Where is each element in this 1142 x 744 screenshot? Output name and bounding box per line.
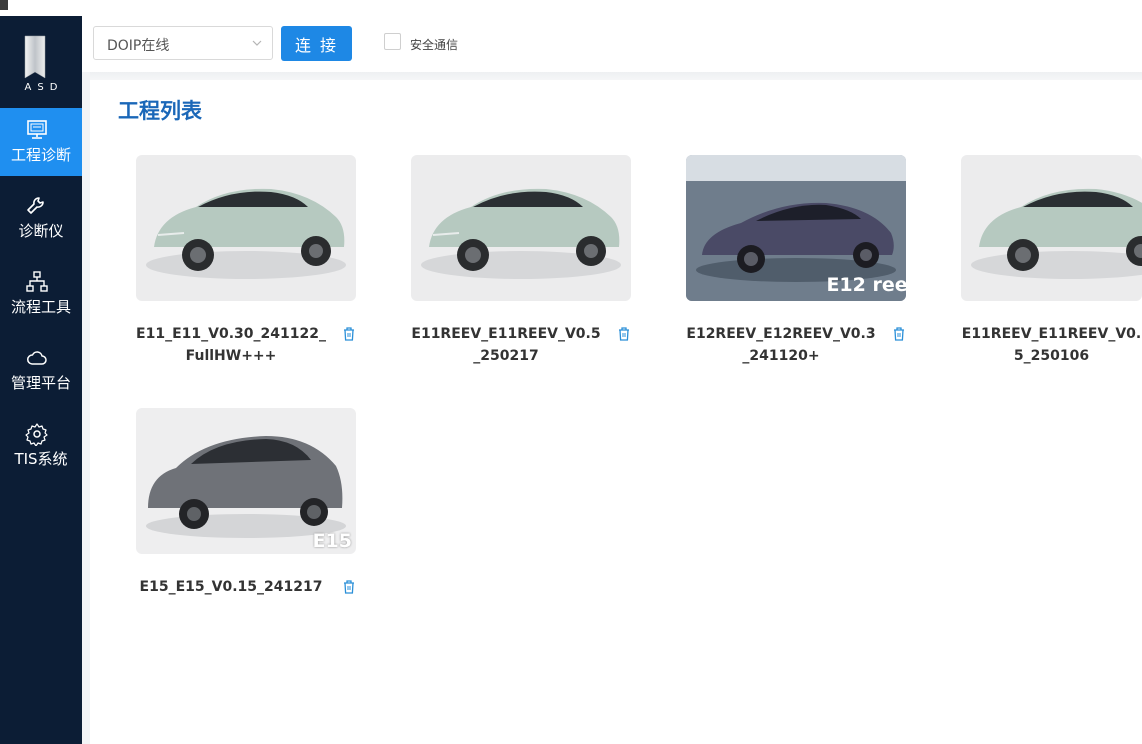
logo-text: ASD [24, 82, 64, 93]
delete-icon[interactable] [892, 326, 906, 342]
page-title: 工程列表 [118, 99, 202, 123]
nav-label: 管理平台 [10, 374, 71, 392]
cloud-icon [27, 351, 47, 365]
content-gutter [82, 72, 90, 744]
project-name: E11REEV_E11REEV_V0.5_250106 [961, 326, 1142, 364]
project-card[interactable]: E12 reev E12REEV_E12REEV_V0.3_241120+ [686, 155, 926, 385]
project-card[interactable]: E15 E15_E15_V0.15_241217 [136, 408, 376, 638]
toolbar: DOIP在线 连 接 安全通信 [82, 16, 1142, 72]
project-card[interactable]: E11REEV_E11REEV_V0.5_250217 [411, 155, 651, 385]
nav-item-diagnostic-tool[interactable]: 诊断仪 [0, 184, 82, 252]
nav-item-tis-system[interactable]: TIS系统 [0, 412, 82, 480]
project-card[interactable]: E11_E11_V0.30_241122_FullHW+++ [136, 155, 376, 385]
gear-icon [25, 423, 48, 446]
connect-button[interactable]: 连 接 [281, 26, 352, 61]
project-name: E15_E15_V0.15_241217 [139, 579, 323, 595]
project-thumbnail[interactable] [411, 155, 631, 301]
sidebar: ASD 工程诊断 诊断仪 流程工具 管理平台 TIS系统 [0, 16, 82, 744]
logo: ASD [0, 16, 82, 108]
delete-icon[interactable] [342, 326, 356, 342]
delete-icon[interactable] [617, 326, 631, 342]
chevron-down-icon [252, 40, 262, 46]
secure-communication-checkbox[interactable] [384, 33, 401, 50]
app-window: ASD 工程诊断 诊断仪 流程工具 管理平台 TIS系统 DOIP在线 连 接 … [0, 0, 1142, 744]
project-thumbnail[interactable] [961, 155, 1142, 301]
project-name: E11REEV_E11REEV_V0.5_250217 [411, 326, 601, 364]
project-list-panel: 工程列表 E11_E11_V0.30_241122_FullHW+++ E11R… [90, 80, 1142, 744]
nav-item-process-tools[interactable]: 流程工具 [0, 260, 82, 328]
connection-select[interactable]: DOIP在线 [93, 26, 273, 60]
nav-label: 工程诊断 [10, 146, 71, 164]
project-name: E12REEV_E12REEV_V0.3_241120+ [686, 326, 876, 364]
nav-item-management-platform[interactable]: 管理平台 [0, 336, 82, 404]
nav-label: TIS系统 [14, 450, 68, 468]
app-icon [0, 0, 8, 10]
nav-label: 流程工具 [10, 298, 71, 316]
connection-select-value: DOIP在线 [107, 38, 170, 54]
logo-mark-icon [24, 35, 46, 79]
delete-icon[interactable] [342, 579, 356, 595]
nav-item-engineering-diagnosis[interactable]: 工程诊断 [0, 108, 82, 176]
wrench-icon [27, 197, 44, 214]
nav-label: 诊断仪 [18, 222, 64, 240]
project-card[interactable]: E11REEV_E11REEV_V0.5_250106 [961, 155, 1142, 385]
flowchart-icon [26, 271, 48, 292]
project-thumbnail[interactable] [136, 155, 356, 301]
window-titlebar [0, 0, 82, 16]
project-badge: E12 reev [826, 274, 920, 296]
project-name: E11_E11_V0.30_241122_FullHW+++ [136, 326, 326, 364]
monitor-icon [27, 120, 47, 139]
project-badge: E15 [312, 530, 352, 552]
secure-communication-label: 安全通信 [410, 38, 459, 52]
